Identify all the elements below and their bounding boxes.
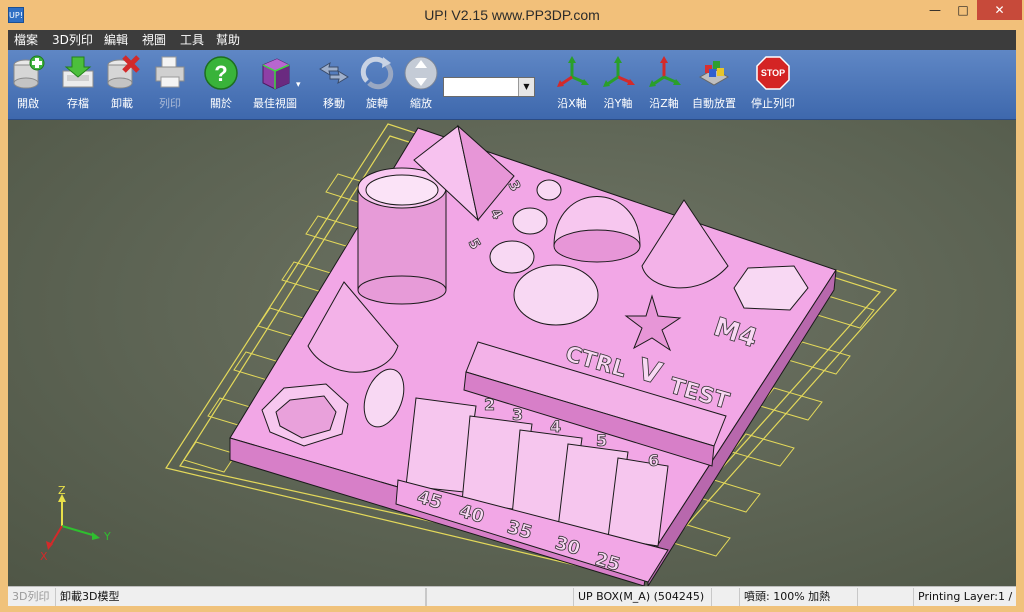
status-mode: 3D列印 [8,588,56,606]
print-icon [152,55,188,91]
maximize-button[interactable]: □ [950,0,976,20]
y-axis-icon [600,55,636,91]
menu-bar: 檔案 3D列印 編輯 視圖 工具 幫助 [8,30,1016,50]
svg-text:?: ? [214,61,227,86]
y-axis-label: 沿Y軸 [603,97,633,110]
y-axis-button[interactable]: 沿Y軸 [595,53,641,115]
move-button[interactable]: 移動 [311,53,357,115]
test-model [229,124,837,586]
menu-tools[interactable]: 工具 [180,30,204,50]
best-view-dropdown-icon[interactable]: ▾ [296,80,301,90]
z-axis-button[interactable]: 沿Z軸 [641,53,687,115]
about-icon: ? [203,55,239,91]
status-spacer [712,588,740,606]
stop-print-label: 停止列印 [751,97,795,110]
chevron-down-icon[interactable]: ▼ [518,78,534,96]
z-axis-icon [646,55,682,91]
z-axis-label: 沿Z軸 [649,97,679,110]
stop-print-button[interactable]: STOP 停止列印 [750,53,796,115]
print-button[interactable]: 列印 [147,53,193,115]
status-spacer-2 [858,588,914,606]
stop-icon: STOP [755,55,791,91]
axis-label-z: Z [58,484,66,497]
status-message: 卸載3D模型 [56,588,426,606]
orientation-axes: Z Y X [40,484,111,563]
unload-icon [104,55,140,91]
menu-view[interactable]: 視圖 [142,30,166,50]
move-icon [316,55,352,91]
model-number-2: 2 [484,395,495,414]
save-label: 存檔 [67,97,89,110]
about-button[interactable]: ? 關於 [198,53,244,115]
open-button[interactable]: 開啟 [5,53,51,115]
best-view-label: 最佳視圖 [253,97,297,110]
status-empty [426,588,574,606]
best-view-icon [257,55,293,91]
cylinder-shape [357,167,447,305]
rotate-label: 旋轉 [366,97,388,110]
status-nozzle: 噴頭: 100% 加熱 [740,588,858,606]
save-icon [60,55,96,91]
x-axis-icon [554,55,590,91]
model-number-6: 6 [648,451,659,470]
menu-help[interactable]: 幫助 [216,30,240,50]
axis-label-x: X [40,550,48,563]
model-number-3: 3 [512,405,523,424]
move-label: 移動 [323,97,345,110]
model-number-4: 4 [550,417,561,436]
open-icon [10,55,46,91]
model-number-5: 5 [596,431,607,450]
best-view-button[interactable]: 最佳視圖 [252,53,298,115]
svg-text:STOP: STOP [761,68,785,78]
close-button[interactable]: ✕ [977,0,1022,20]
save-button[interactable]: 存檔 [55,53,101,115]
about-label: 關於 [210,97,232,110]
window-border [0,606,1024,612]
auto-place-icon [696,55,732,91]
scale-button[interactable]: 縮放 [398,53,444,115]
scale-icon [403,55,439,91]
menu-file[interactable]: 檔案 [14,30,38,50]
3d-viewport[interactable]: CTRL V TEST M4 2 3 4 5 6 45 40 35 30 25 … [8,120,1016,586]
x-axis-button[interactable]: 沿X軸 [549,53,595,115]
unload-button[interactable]: 卸載 [99,53,145,115]
status-layer: Printing Layer:1 / 遍 [918,590,1016,603]
menu-3d-print[interactable]: 3D列印 [52,30,93,50]
rotate-icon [359,55,395,91]
open-label: 開啟 [17,97,39,110]
axis-label-y: Y [103,530,111,543]
status-model-info: UP BOX(M_A) (504245) [574,588,712,606]
status-bar: 3D列印 卸載3D模型 UP BOX(M_A) (504245) 噴頭: 100… [8,586,1016,606]
print-label: 列印 [159,97,181,110]
scale-label: 縮放 [410,97,432,110]
rotate-button[interactable]: 旋轉 [354,53,400,115]
window-title: UP! V2.15 www.PP3DP.com [424,7,600,23]
unload-label: 卸載 [111,97,133,110]
auto-place-button[interactable]: 自動放置 [691,53,737,115]
minimize-button[interactable]: — [918,0,952,20]
menu-edit[interactable]: 編輯 [104,30,128,50]
value-select[interactable]: ▼ [443,77,535,97]
x-axis-label: 沿X軸 [557,97,587,110]
auto-place-label: 自動放置 [692,97,736,110]
title-bar: UP! UP! V2.15 www.PP3DP.com — □ ✕ [0,0,1024,30]
